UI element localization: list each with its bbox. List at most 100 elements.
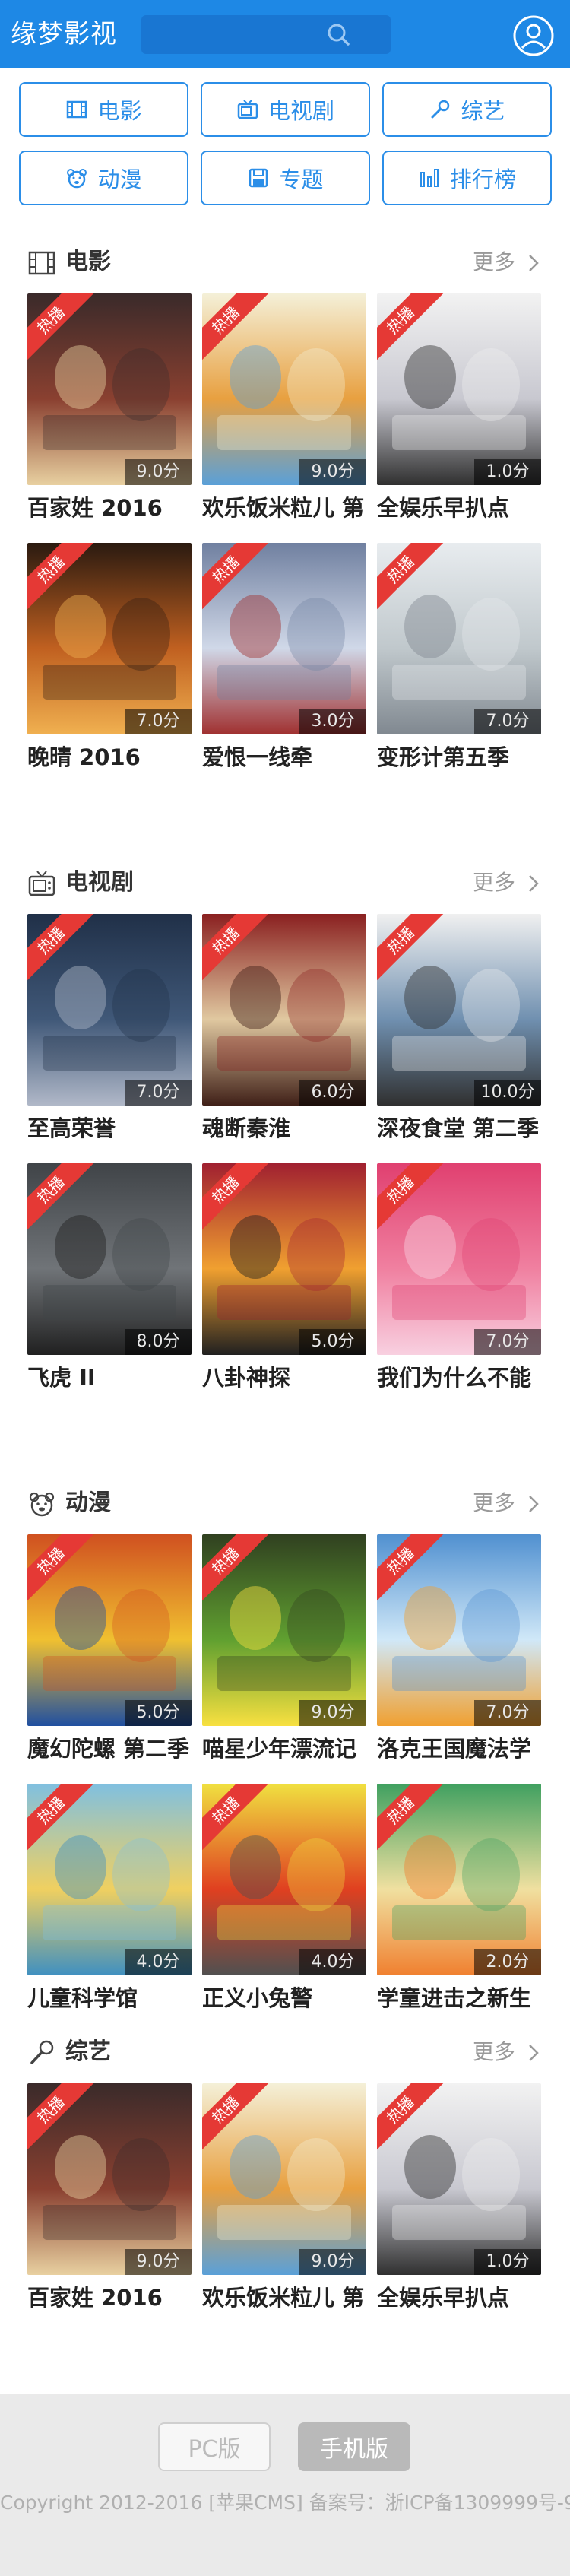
pc-version-button[interactable]: PC版 — [158, 2422, 271, 2471]
film-icon — [28, 251, 55, 275]
video-title[interactable]: 变形计第五季 — [377, 742, 541, 772]
film-icon — [67, 100, 87, 119]
video-title[interactable]: 欢乐饭米粒儿 第 — [202, 493, 366, 523]
video-card[interactable]: 热播 4.0分儿童科学馆 — [27, 1784, 192, 2019]
video-poster[interactable]: 热播 1.0分 — [377, 2083, 541, 2275]
video-card[interactable]: 热播 1.0分全娱乐早扒点 — [377, 293, 541, 529]
more-link[interactable]: 更多 — [473, 867, 539, 899]
video-card[interactable]: 热播 6.0分魂断秦淮 — [202, 914, 366, 1150]
more-link[interactable]: 更多 — [473, 1487, 539, 1519]
video-card[interactable]: 热播 5.0分八卦神探 — [202, 1163, 366, 1399]
score-label: 7.0分 — [125, 1080, 192, 1106]
video-poster[interactable]: 热播 1.0分 — [377, 293, 541, 485]
video-poster[interactable]: 热播 7.0分 — [27, 914, 192, 1106]
video-poster[interactable]: 热播 9.0分 — [27, 2083, 192, 2275]
nav-topic-button[interactable]: 专题 — [201, 151, 370, 205]
bear-face-icon — [29, 1492, 55, 1517]
video-card[interactable]: 热播 9.0分百家姓 2016 — [27, 2083, 192, 2319]
bar-chart-icon — [420, 169, 439, 187]
video-title[interactable]: 全娱乐早扒点 — [377, 2283, 541, 2313]
video-title[interactable]: 飞虎 II — [27, 1363, 192, 1393]
video-card[interactable]: 热播 4.0分正义小兔警 — [202, 1784, 366, 2019]
section-title: 动漫 — [65, 1489, 111, 1516]
section-header: 动漫 更多 — [0, 1484, 570, 1522]
video-title[interactable]: 晚晴 2016 — [27, 742, 192, 772]
search-icon[interactable] — [324, 20, 354, 50]
search-input[interactable] — [141, 15, 391, 54]
video-card[interactable]: 热播 7.0分洛克王国魔法学 — [377, 1534, 541, 1770]
video-card[interactable]: 热播 7.0分晚晴 2016 — [27, 543, 192, 779]
video-card[interactable]: 热播 10.0分深夜食堂 第二季 — [377, 914, 541, 1150]
chevron-right-icon — [529, 255, 539, 271]
video-poster[interactable]: 热播 9.0分 — [27, 293, 192, 485]
video-card[interactable]: 热播 1.0分全娱乐早扒点 — [377, 2083, 541, 2319]
section-title: 电影 — [65, 249, 111, 275]
video-title[interactable]: 八卦神探 — [202, 1363, 366, 1393]
more-link[interactable]: 更多 — [473, 246, 539, 278]
video-title[interactable]: 喵星少年漂流记 — [202, 1734, 366, 1764]
section-header: 电视剧 更多 — [0, 864, 570, 902]
video-title[interactable]: 魔幻陀螺 第二季 — [27, 1734, 192, 1764]
video-poster[interactable]: 热播 9.0分 — [202, 2083, 366, 2275]
score-label: 5.0分 — [299, 1329, 366, 1355]
video-poster[interactable]: 热播 6.0分 — [202, 914, 366, 1106]
site-logo[interactable]: 缘梦影视 — [11, 17, 117, 52]
nav-ranking-button[interactable]: 排行榜 — [382, 151, 552, 205]
video-card[interactable]: 热播 7.0分变形计第五季 — [377, 543, 541, 779]
video-title[interactable]: 我们为什么不能 — [377, 1363, 541, 1393]
section-title: 综艺 — [65, 2038, 111, 2065]
video-card[interactable]: 热播 8.0分飞虎 II — [27, 1163, 192, 1399]
video-poster[interactable]: 热播 7.0分 — [377, 1163, 541, 1355]
video-title[interactable]: 百家姓 2016 — [27, 493, 192, 523]
score-label: 1.0分 — [474, 2249, 541, 2275]
nav-movie-button[interactable]: 电影 — [19, 82, 188, 137]
video-title[interactable]: 正义小兔警 — [202, 1983, 366, 2013]
nav-anime-button[interactable]: 动漫 — [19, 151, 188, 205]
mobile-version-button[interactable]: 手机版 — [298, 2422, 410, 2471]
section-header: 综艺 更多 — [0, 2033, 570, 2071]
section-title: 电视剧 — [65, 869, 134, 896]
video-card[interactable]: 热播 7.0分至高荣誉 — [27, 914, 192, 1150]
video-poster[interactable]: 热播 4.0分 — [27, 1784, 192, 1975]
video-card[interactable]: 热播 9.0分欢乐饭米粒儿 第 — [202, 293, 366, 529]
floppy-icon — [249, 168, 268, 188]
video-card[interactable]: 热播 2.0分学童进击之新生 — [377, 1784, 541, 2019]
video-title[interactable]: 洛克王国魔法学 — [377, 1734, 541, 1764]
video-poster[interactable]: 热播 8.0分 — [27, 1163, 192, 1355]
video-poster[interactable]: 热播 9.0分 — [202, 1534, 366, 1726]
video-card[interactable]: 热播 9.0分喵星少年漂流记 — [202, 1534, 366, 1770]
video-title[interactable]: 深夜食堂 第二季 — [377, 1113, 541, 1144]
video-card[interactable]: 热播 3.0分爱恨一线牵 — [202, 543, 366, 779]
score-label: 9.0分 — [299, 459, 366, 485]
video-title[interactable]: 爱恨一线牵 — [202, 742, 366, 772]
more-label: 更多 — [473, 2039, 516, 2064]
video-title[interactable]: 全娱乐早扒点 — [377, 493, 541, 523]
video-card[interactable]: 热播 9.0分欢乐饭米粒儿 第 — [202, 2083, 366, 2319]
video-title[interactable]: 学童进击之新生 — [377, 1983, 541, 2013]
nav-variety-button[interactable]: 综艺 — [382, 82, 552, 137]
user-icon[interactable] — [512, 14, 555, 57]
video-card[interactable]: 热播 9.0分百家姓 2016 — [27, 293, 192, 529]
video-poster[interactable]: 热播 5.0分 — [27, 1534, 192, 1726]
video-poster[interactable]: 热播 3.0分 — [202, 543, 366, 734]
video-poster[interactable]: 热播 4.0分 — [202, 1784, 366, 1975]
video-poster[interactable]: 热播 7.0分 — [377, 543, 541, 734]
video-title[interactable]: 至高荣誉 — [27, 1113, 192, 1144]
video-poster[interactable]: 热播 10.0分 — [377, 914, 541, 1106]
video-poster[interactable]: 热播 9.0分 — [202, 293, 366, 485]
chevron-right-icon — [529, 875, 539, 892]
video-card[interactable]: 热播 7.0分我们为什么不能 — [377, 1163, 541, 1399]
video-title[interactable]: 百家姓 2016 — [27, 2283, 192, 2313]
more-link[interactable]: 更多 — [473, 2036, 539, 2068]
video-title[interactable]: 儿童科学馆 — [27, 1983, 192, 2013]
video-title[interactable]: 魂断秦淮 — [202, 1113, 366, 1144]
more-label: 更多 — [473, 1490, 516, 1515]
video-poster[interactable]: 热播 7.0分 — [27, 543, 192, 734]
video-poster[interactable]: 热播 7.0分 — [377, 1534, 541, 1726]
video-title[interactable]: 欢乐饭米粒儿 第 — [202, 2283, 366, 2313]
nav-tv-button[interactable]: 电视剧 — [201, 82, 370, 137]
nav-label: 动漫 — [97, 167, 142, 192]
video-poster[interactable]: 热播 5.0分 — [202, 1163, 366, 1355]
video-poster[interactable]: 热播 2.0分 — [377, 1784, 541, 1975]
video-card[interactable]: 热播 5.0分魔幻陀螺 第二季 — [27, 1534, 192, 1770]
